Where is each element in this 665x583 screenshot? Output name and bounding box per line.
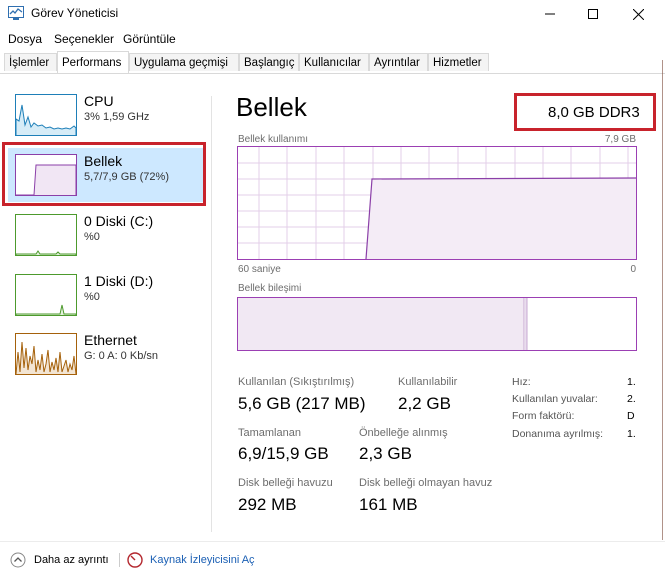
minimize-icon	[545, 13, 555, 15]
footer-divider	[0, 541, 665, 542]
disk-graph-thumbnail	[15, 214, 77, 256]
memory-composition-bar	[237, 297, 637, 351]
sidebar-item-value: 3% 1,59 GHz	[84, 111, 150, 123]
resource-monitor-link[interactable]: Kaynak İzleyicisini Aç	[127, 552, 255, 568]
stat-paged-pool-value: 292 MB	[238, 495, 297, 514]
sidebar-item-value: %0	[84, 231, 100, 243]
hw-form-factor-value: D	[627, 410, 635, 422]
hw-speed-label: Hız:	[512, 376, 531, 388]
stat-nonpaged-pool-label: Disk belleği olmayan havuz	[359, 477, 493, 489]
tab-startup[interactable]: Başlangıç	[239, 53, 299, 71]
hw-reserved-value: 1.	[627, 428, 636, 440]
stat-available-label: Kullanılabilir	[398, 376, 458, 388]
footer-separator	[119, 553, 120, 567]
less-details-label: Daha az ayrıntı	[34, 554, 109, 566]
window-edge	[662, 60, 663, 540]
tab-performance[interactable]: Performans	[57, 51, 129, 73]
sidebar-item-ethernet[interactable]: Ethernet G: 0 A: 0 Kb/sn	[10, 329, 210, 381]
resource-monitor-label: Kaynak İzleyicisini Aç	[150, 554, 255, 566]
hw-slots-label: Kullanılan yuvalar:	[512, 393, 598, 405]
x-axis-left-label: 60 saniye	[238, 264, 281, 275]
sidebar-item-value: G: 0 A: 0 Kb/sn	[84, 350, 158, 362]
tab-processes[interactable]: İşlemler	[4, 53, 57, 71]
stat-committed-value: 6,9/15,9 GB	[238, 444, 329, 463]
stat-in-use-value: 5,6 GB (217 MB)	[238, 394, 366, 413]
stat-cached-value: 2,3 GB	[359, 444, 412, 463]
hw-slots-value: 2.	[627, 393, 636, 405]
maximize-icon	[588, 9, 598, 19]
page-title: Bellek	[236, 92, 307, 122]
less-details-link[interactable]: Daha az ayrıntı	[10, 552, 109, 568]
sidebar-item-value: %0	[84, 291, 100, 303]
menu-view[interactable]: Görüntüle	[123, 32, 176, 46]
menu-bar: Dosya Seçenekler Görüntüle	[0, 29, 665, 49]
sidebar-item-disk-d[interactable]: 1 Diski (D:) %0	[10, 270, 210, 322]
stat-committed-label: Tamamlanan	[238, 427, 301, 439]
task-manager-icon	[8, 6, 24, 20]
stat-paged-pool-label: Disk belleği havuzu	[238, 477, 333, 489]
minimize-button[interactable]	[527, 0, 573, 28]
composition-label: Bellek bileşimi	[238, 283, 302, 294]
sidebar-item-disk-c[interactable]: 0 Diski (C:) %0	[10, 210, 210, 262]
sidebar-item-label: 0 Diski (C:)	[84, 213, 154, 229]
panel-separator	[211, 96, 212, 532]
stat-available-value: 2,2 GB	[398, 394, 451, 413]
stat-in-use-label: Kullanılan (Sıkıştırılmış)	[238, 376, 355, 388]
window-title: Görev Yöneticisi	[31, 6, 119, 20]
tab-users[interactable]: Kullanıcılar	[299, 53, 369, 71]
hw-speed-value: 1.	[627, 376, 636, 388]
tab-app-history[interactable]: Uygulama geçmişi	[129, 53, 239, 71]
sidebar-item-cpu[interactable]: CPU 3% 1,59 GHz	[10, 90, 210, 142]
spec-highlight-frame	[514, 93, 656, 131]
tab-services[interactable]: Hizmetler	[428, 53, 489, 71]
chevron-up-icon	[10, 552, 26, 568]
sidebar-item-label: 1 Diski (D:)	[84, 273, 154, 289]
cpu-graph-thumbnail	[15, 94, 77, 136]
resource-monitor-icon	[127, 552, 143, 568]
sidebar-item-label: CPU	[84, 93, 114, 109]
menu-file[interactable]: Dosya	[8, 32, 42, 46]
tab-details[interactable]: Ayrıntılar	[369, 53, 428, 71]
usage-graph-label: Bellek kullanımı	[238, 134, 309, 145]
hw-reserved-label: Donanıma ayrılmış:	[512, 428, 604, 440]
menu-options[interactable]: Seçenekler	[54, 32, 114, 46]
close-button[interactable]	[615, 0, 661, 28]
memory-usage-graph	[237, 146, 637, 260]
memory-highlight-frame	[2, 142, 206, 206]
close-icon	[632, 8, 644, 20]
x-axis-right-label: 0	[630, 264, 636, 275]
stat-cached-label: Önbelleğe alınmış	[359, 427, 448, 439]
stat-nonpaged-pool-value: 161 MB	[359, 495, 418, 514]
maximize-button[interactable]	[570, 0, 616, 28]
usage-graph-max: 7,9 GB	[604, 134, 636, 145]
ethernet-graph-thumbnail	[15, 333, 77, 375]
sidebar-item-label: Ethernet	[84, 332, 137, 348]
disk-graph-thumbnail	[15, 274, 77, 316]
hw-form-factor-label: Form faktörü:	[512, 410, 575, 422]
